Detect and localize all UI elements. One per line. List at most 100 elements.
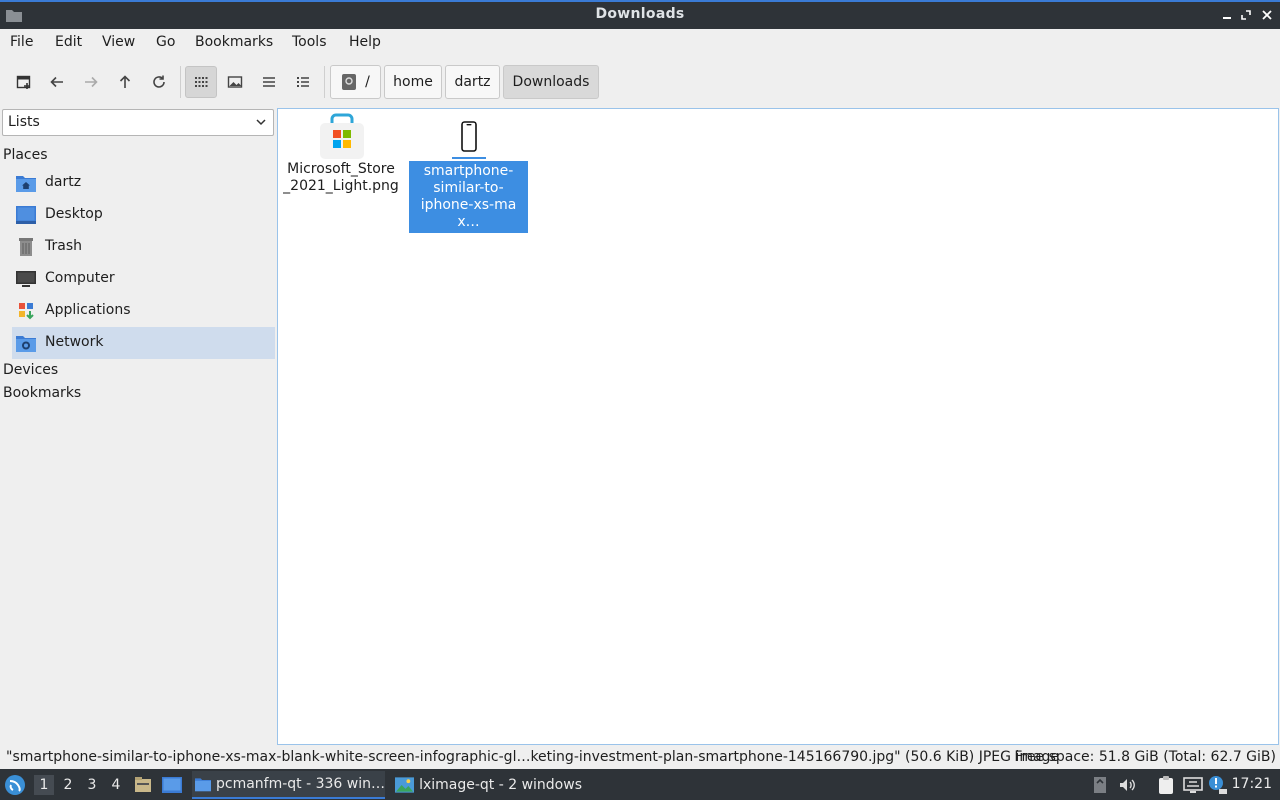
detailed-list-view-button[interactable]: [287, 66, 319, 98]
tray-updates[interactable]: [1207, 774, 1229, 796]
up-button[interactable]: [109, 66, 141, 98]
file-item[interactable]: Microsoft_Store _2021_Light.png: [281, 109, 401, 204]
window-title: Downloads: [595, 6, 685, 22]
menu-view[interactable]: View: [102, 34, 135, 50]
toolbar: / home dartz Downloads: [0, 57, 1280, 107]
network-icon: [16, 336, 36, 352]
microsoft-store-icon: [320, 113, 364, 159]
list-compact-icon: [263, 77, 275, 87]
tray-network[interactable]: [1182, 774, 1204, 796]
file-view[interactable]: Microsoft_Store _2021_Light.png smartpho…: [277, 108, 1279, 745]
sidebar: Lists Places dartz Desktop Trash Compute…: [0, 107, 277, 744]
workspace-2[interactable]: 2: [58, 775, 78, 795]
devices-header[interactable]: Devices: [3, 362, 58, 378]
file-item-selected[interactable]: smartphone- similar-to- iphone-xs-max…: [408, 109, 528, 233]
menu-file[interactable]: File: [10, 34, 33, 50]
reload-button[interactable]: [143, 66, 175, 98]
task-label: lximage-qt - 2 windows: [419, 777, 582, 793]
home-folder-icon: [16, 176, 36, 192]
keyboard-layout-icon: [1094, 777, 1106, 793]
breadcrumb-label: dartz: [454, 74, 491, 90]
breadcrumb-downloads[interactable]: Downloads: [503, 65, 599, 99]
sidebar-item-label: Desktop: [45, 206, 103, 222]
quicklaunch-files[interactable]: [134, 769, 154, 800]
breadcrumb-root[interactable]: /: [330, 65, 381, 99]
back-button[interactable]: [41, 66, 73, 98]
start-menu-button[interactable]: [4, 769, 28, 800]
computer-icon: [16, 271, 36, 287]
toolbar-separator: [180, 66, 181, 98]
grid-icon: [195, 77, 208, 87]
sidebar-item-label: Trash: [45, 238, 82, 254]
minimize-button[interactable]: [1219, 7, 1235, 23]
sidebar-item-trash[interactable]: Trash: [12, 231, 275, 263]
menu-go[interactable]: Go: [156, 34, 175, 50]
reload-icon: [153, 75, 165, 88]
sidebar-item-computer[interactable]: Computer: [12, 263, 275, 295]
arrow-right-icon: [85, 76, 98, 88]
task-lximage[interactable]: lximage-qt - 2 windows: [392, 771, 582, 799]
thumbnail-view-button[interactable]: [219, 66, 251, 98]
maximize-button[interactable]: [1238, 7, 1254, 23]
close-button[interactable]: [1259, 7, 1275, 23]
workspace-1[interactable]: 1: [34, 775, 54, 795]
menu-edit[interactable]: Edit: [55, 34, 82, 50]
menu-bookmarks[interactable]: Bookmarks: [195, 34, 273, 50]
breadcrumb-dartz[interactable]: dartz: [445, 65, 500, 99]
workspace-4[interactable]: 4: [106, 775, 126, 795]
places-header[interactable]: Places: [3, 147, 48, 163]
status-bar: "smartphone-similar-to-iphone-xs-max-bla…: [0, 745, 1280, 769]
quicklaunch-desktop[interactable]: [162, 769, 184, 800]
clipboard-icon: [1159, 776, 1173, 794]
tray-keyboard[interactable]: [1089, 774, 1111, 796]
folder-icon: [195, 778, 211, 792]
menu-bar: File Edit View Go Bookmarks Tools Help: [0, 29, 1280, 57]
sidebar-item-dartz[interactable]: dartz: [12, 167, 275, 199]
file-name: smartphone- similar-to- iphone-xs-max…: [409, 161, 528, 233]
status-free-space: Free space: 51.8 GiB (Total: 62.7 GiB): [1014, 749, 1276, 765]
list-detailed-icon: [297, 77, 309, 87]
drive-icon: [342, 74, 357, 90]
clock[interactable]: 17:21: [1232, 776, 1272, 792]
trash-icon: [19, 238, 33, 256]
show-desktop-icon: [162, 776, 182, 793]
compact-view-button[interactable]: [253, 66, 285, 98]
image-icon: [227, 76, 243, 88]
breadcrumb-home[interactable]: home: [384, 65, 442, 99]
chevron-down-icon: [256, 119, 266, 126]
sidebar-mode-select[interactable]: Lists: [2, 109, 274, 136]
sidebar-item-label: dartz: [45, 174, 82, 190]
sidebar-item-label: Computer: [45, 270, 115, 286]
image-viewer-icon: [395, 777, 415, 793]
sidebar-item-desktop[interactable]: Desktop: [12, 199, 275, 231]
tray-clipboard[interactable]: [1155, 774, 1177, 796]
tray-volume[interactable]: [1116, 774, 1138, 796]
icon-view-button[interactable]: [185, 66, 217, 98]
menu-help[interactable]: Help: [349, 34, 381, 50]
taskbar: 1 2 3 4 pcmanfm-qt - 336 win… lximage-qt…: [0, 769, 1280, 800]
breadcrumb-label: Downloads: [512, 74, 590, 90]
desktop-icon: [16, 206, 36, 224]
update-notification-icon: [1209, 776, 1227, 794]
status-selection-info: "smartphone-similar-to-iphone-xs-max-bla…: [6, 749, 1060, 765]
sidebar-item-network[interactable]: Network: [12, 327, 275, 359]
lxqt-logo-icon: [5, 774, 25, 795]
new-tab-button[interactable]: [8, 66, 40, 98]
network-status-icon: [1183, 777, 1203, 793]
file-name: Microsoft_Store _2021_Light.png: [283, 161, 399, 194]
file-manager-icon: [135, 776, 151, 792]
title-bar: Downloads: [0, 0, 1280, 29]
menu-tools[interactable]: Tools: [292, 34, 327, 50]
volume-icon: [1120, 779, 1135, 791]
workspace-3[interactable]: 3: [82, 775, 102, 795]
toolbar-separator: [324, 66, 325, 98]
applications-icon: [19, 303, 34, 320]
breadcrumb-root-label: /: [365, 74, 370, 90]
bookmarks-header[interactable]: Bookmarks: [3, 385, 81, 401]
sidebar-mode-value: Lists: [8, 114, 40, 130]
forward-button[interactable]: [75, 66, 107, 98]
breadcrumb-label: home: [393, 74, 433, 90]
task-pcmanfm[interactable]: pcmanfm-qt - 336 win…: [192, 771, 385, 799]
sidebar-item-applications[interactable]: Applications: [12, 295, 275, 327]
arrow-up-icon: [119, 75, 131, 88]
